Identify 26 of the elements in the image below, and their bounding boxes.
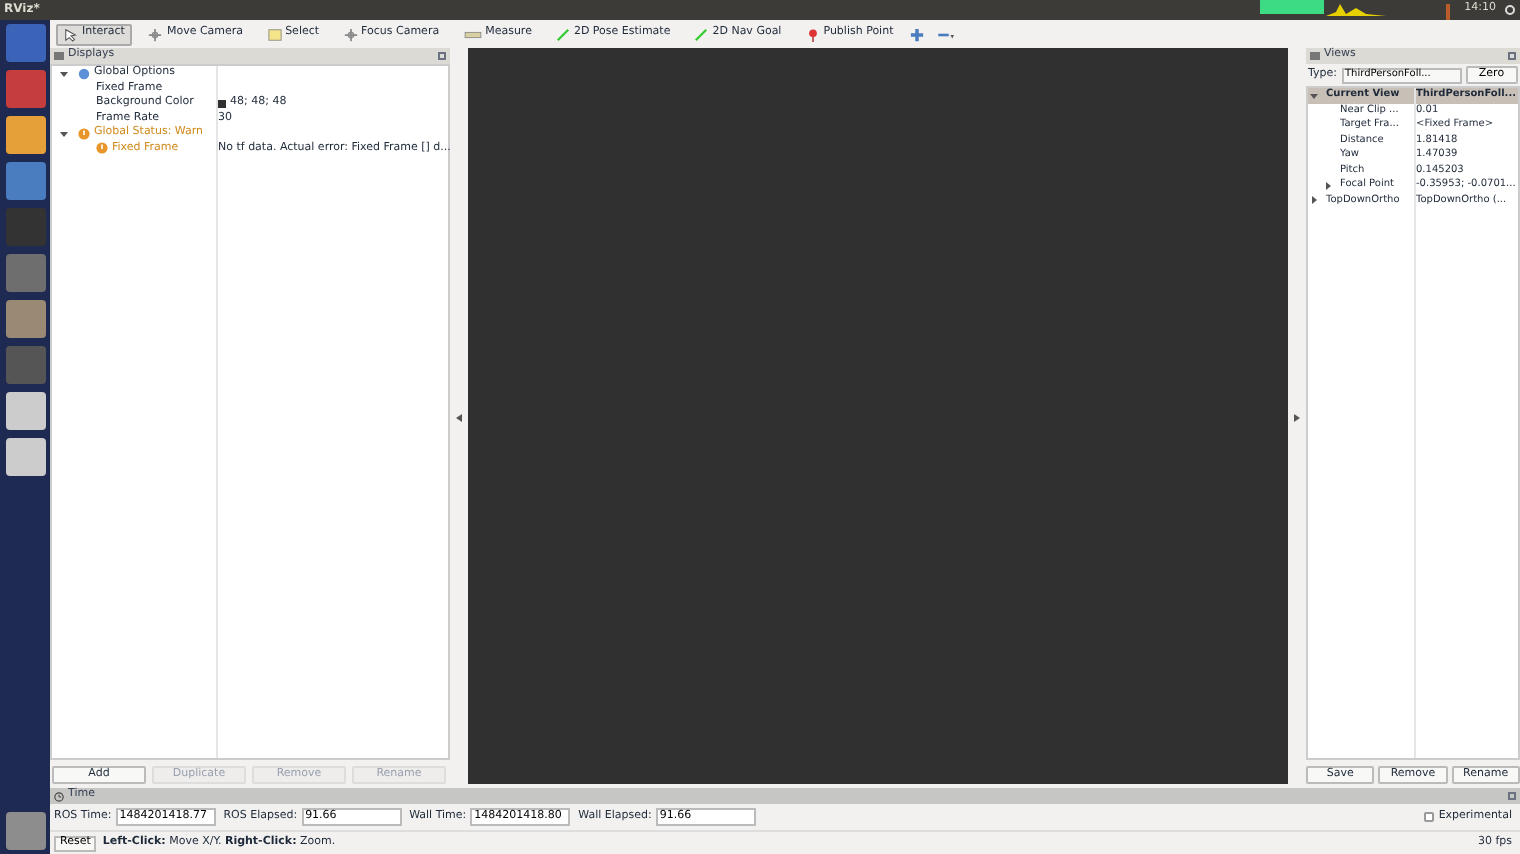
- square-icon: [267, 27, 282, 41]
- settings-icon[interactable]: [1504, 4, 1516, 16]
- cursor-icon: [64, 27, 78, 41]
- plus-icon[interactable]: [909, 27, 924, 41]
- app-launcher-icon[interactable]: [5, 116, 45, 154]
- app-launcher-icon[interactable]: [5, 300, 45, 338]
- close-icon[interactable]: [438, 52, 446, 60]
- ruler-icon: [463, 27, 482, 41]
- crosshair-icon: [343, 27, 358, 41]
- crosshair-icon: [148, 27, 163, 41]
- clock-icon: [54, 791, 64, 801]
- monitor-icon: [1310, 52, 1320, 60]
- experimental-checkbox[interactable]: [1424, 812, 1435, 822]
- expand-arrow-icon[interactable]: [1294, 414, 1300, 422]
- app-launcher-icon[interactable]: [5, 438, 45, 476]
- monitor-icon: [54, 52, 64, 60]
- trash-icon[interactable]: [5, 812, 45, 850]
- expanded-arrow-icon[interactable]: [1310, 90, 1324, 101]
- expanded-arrow-icon[interactable]: [60, 68, 74, 79]
- app-launcher-icon[interactable]: [5, 392, 45, 430]
- expanded-arrow-icon[interactable]: [60, 128, 74, 139]
- pin-icon: [805, 27, 820, 41]
- close-icon[interactable]: [1508, 52, 1516, 60]
- close-icon[interactable]: [1508, 792, 1516, 800]
- collapse-arrow-icon[interactable]: [456, 414, 462, 422]
- color-swatch[interactable]: [218, 99, 226, 108]
